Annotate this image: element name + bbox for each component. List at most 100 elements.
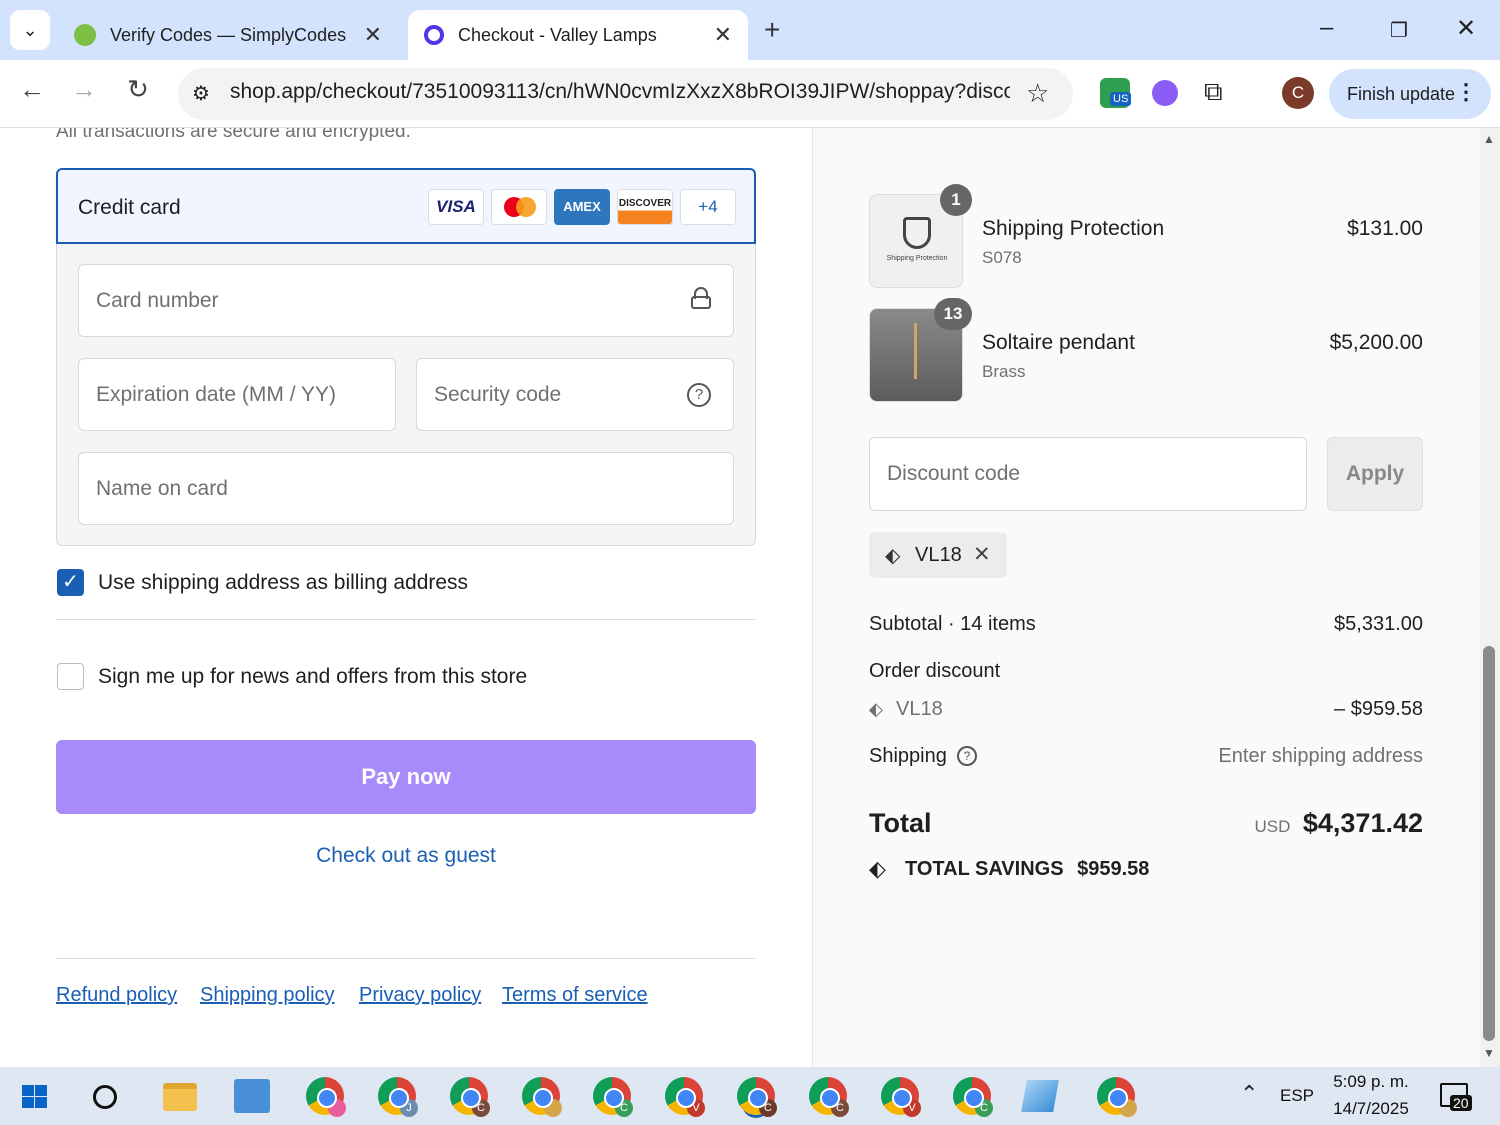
card-number-field[interactable]: Card number: [78, 264, 734, 337]
profile-badge: C: [831, 1099, 849, 1117]
bookmark-star-icon[interactable]: ☆: [1026, 78, 1049, 109]
shipping-label: Shipping: [869, 745, 947, 767]
chrome-taskbar-icon[interactable]: [306, 1077, 346, 1117]
subtotal-value: $5,331.00: [1334, 613, 1423, 635]
scroll-down-icon[interactable]: ▼: [1483, 1046, 1495, 1060]
scroll-up-icon[interactable]: ▲: [1483, 132, 1495, 146]
terms-of-service-link[interactable]: Terms of service: [502, 984, 648, 1007]
extension-badge: US: [1110, 92, 1132, 106]
chrome-taskbar-icon[interactable]: [522, 1077, 562, 1117]
language-indicator[interactable]: ESP: [1280, 1086, 1314, 1106]
address-bar[interactable]: ⚙ shop.app/checkout/73510093113/cn/hWN0c…: [178, 68, 1073, 120]
amex-icon: AMEX: [554, 189, 610, 225]
profile-badge: C: [759, 1099, 777, 1117]
more-menu-icon[interactable]: ⋮: [1455, 79, 1477, 105]
restore-icon[interactable]: ❐: [1390, 18, 1408, 43]
tab-close-button[interactable]: ✕: [364, 22, 382, 48]
credit-card-option[interactable]: Credit card VISA AMEX DISCOVER +4: [56, 168, 756, 244]
newsletter-checkbox[interactable]: [57, 663, 84, 690]
extension-purple-icon[interactable]: [1152, 80, 1178, 106]
clock-date[interactable]: 14/7/2025: [1320, 1099, 1422, 1119]
app-icon[interactable]: [234, 1079, 270, 1113]
subtotal-label: Subtotal · 14 items: [869, 613, 1036, 635]
quantity-badge: 13: [934, 298, 972, 330]
chrome-taskbar-icon[interactable]: C: [737, 1077, 777, 1117]
shipping-help-icon[interactable]: ?: [957, 746, 977, 766]
more-brands-badge: +4: [680, 189, 736, 225]
chrome-taskbar-icon[interactable]: V: [665, 1077, 705, 1117]
discount-code-field[interactable]: Discount code: [869, 437, 1307, 511]
remove-discount-icon[interactable]: ✕: [973, 542, 991, 567]
guest-checkout-link[interactable]: Check out as guest: [56, 844, 756, 868]
scrollbar-thumb[interactable]: [1483, 646, 1495, 1041]
quantity-badge: 1: [940, 184, 972, 216]
discount-placeholder: Discount code: [887, 462, 1021, 485]
chrome-taskbar-icon[interactable]: C: [593, 1077, 633, 1117]
search-icon[interactable]: [93, 1085, 117, 1109]
chrome-taskbar-icon[interactable]: C: [450, 1077, 490, 1117]
tab-checkout[interactable]: Checkout - Valley Lamps ✕: [408, 10, 748, 60]
total-label: Total: [869, 808, 932, 838]
extension-shield-icon[interactable]: US: [1100, 78, 1132, 108]
tab-close-button[interactable]: ✕: [714, 22, 732, 48]
billing-same-checkbox[interactable]: ✓: [57, 569, 84, 596]
clock-time[interactable]: 5:09 p. m.: [1320, 1072, 1422, 1092]
extensions-puzzle-icon[interactable]: ⧉: [1204, 76, 1223, 108]
savings-tag-icon: ⬖: [869, 856, 886, 881]
name-placeholder: Name on card: [96, 476, 228, 500]
shipping-policy-link[interactable]: Shipping policy: [200, 984, 335, 1007]
total-value: $4,371.42: [1302, 808, 1423, 838]
profile-badge: C: [472, 1099, 490, 1117]
close-window-icon[interactable]: ✕: [1456, 14, 1476, 43]
start-icon[interactable]: [22, 1085, 48, 1109]
savings-value: $959.58: [1077, 858, 1150, 880]
pay-now-button[interactable]: Pay now: [56, 740, 756, 814]
pendant-image: [914, 323, 917, 379]
apply-button[interactable]: Apply: [1327, 437, 1423, 511]
chrome-taskbar-icon[interactable]: C: [809, 1077, 849, 1117]
chrome-taskbar-icon[interactable]: [1097, 1077, 1137, 1117]
shop-icon: [424, 25, 444, 45]
file-explorer-icon[interactable]: [163, 1083, 197, 1111]
lock-icon: [691, 287, 711, 309]
back-icon[interactable]: ←: [12, 74, 52, 105]
expiration-date-field[interactable]: Expiration date (MM / YY): [78, 358, 396, 431]
profile-avatar[interactable]: C: [1282, 77, 1314, 109]
profile-badge: [544, 1099, 562, 1117]
item-name: Shipping Protection: [982, 217, 1165, 240]
minimize-icon[interactable]: –: [1320, 14, 1333, 42]
total-row: USD $4,371.42: [1123, 808, 1423, 839]
item-name: Soltaire pendant: [982, 331, 1135, 354]
site-info-icon[interactable]: ⚙: [192, 81, 210, 106]
chrome-taskbar-icon[interactable]: C: [953, 1077, 993, 1117]
billing-same-label[interactable]: Use shipping address as billing address: [98, 571, 468, 595]
forward-icon[interactable]: →: [64, 74, 104, 105]
reload-icon[interactable]: ↻: [118, 74, 158, 105]
profile-badge: V: [903, 1099, 921, 1117]
savings-row: TOTAL SAVINGS $959.58: [905, 858, 1149, 881]
tab-search-button[interactable]: ⌄: [10, 10, 50, 50]
expiration-placeholder: Expiration date (MM / YY): [96, 382, 337, 406]
visa-icon: VISA: [428, 189, 484, 225]
help-icon[interactable]: ?: [687, 383, 711, 407]
chrome-taskbar-icon[interactable]: V: [881, 1077, 921, 1117]
refund-policy-link[interactable]: Refund policy: [56, 984, 177, 1007]
savings-label: TOTAL SAVINGS: [905, 858, 1064, 880]
tab-title: Verify Codes — SimplyCodes: [110, 24, 347, 45]
shield-icon: [903, 217, 931, 249]
notification-count: 20: [1450, 1095, 1472, 1111]
name-on-card-field[interactable]: Name on card: [78, 452, 734, 525]
url-text[interactable]: shop.app/checkout/73510093113/cn/hWN0cvm…: [230, 80, 1010, 104]
finish-update-button[interactable]: Finish update ⋮: [1329, 69, 1491, 119]
tab-simplycodes[interactable]: Verify Codes — SimplyCodes ✕: [58, 10, 398, 60]
chrome-taskbar-icon[interactable]: J: [378, 1077, 418, 1117]
new-tab-button[interactable]: +: [764, 14, 780, 46]
security-code-field[interactable]: Security code ?: [416, 358, 734, 431]
notepad-icon[interactable]: [1021, 1080, 1059, 1112]
privacy-policy-link[interactable]: Privacy policy: [359, 984, 481, 1007]
newsletter-label[interactable]: Sign me up for news and offers from this…: [98, 665, 527, 689]
thumb-caption: Shipping Protection: [886, 255, 948, 262]
browser-toolbar: ← → ↻ ⚙ shop.app/checkout/73510093113/cn…: [0, 60, 1500, 128]
profile-badge: C: [615, 1099, 633, 1117]
show-hidden-icons[interactable]: ⌃: [1240, 1081, 1258, 1107]
